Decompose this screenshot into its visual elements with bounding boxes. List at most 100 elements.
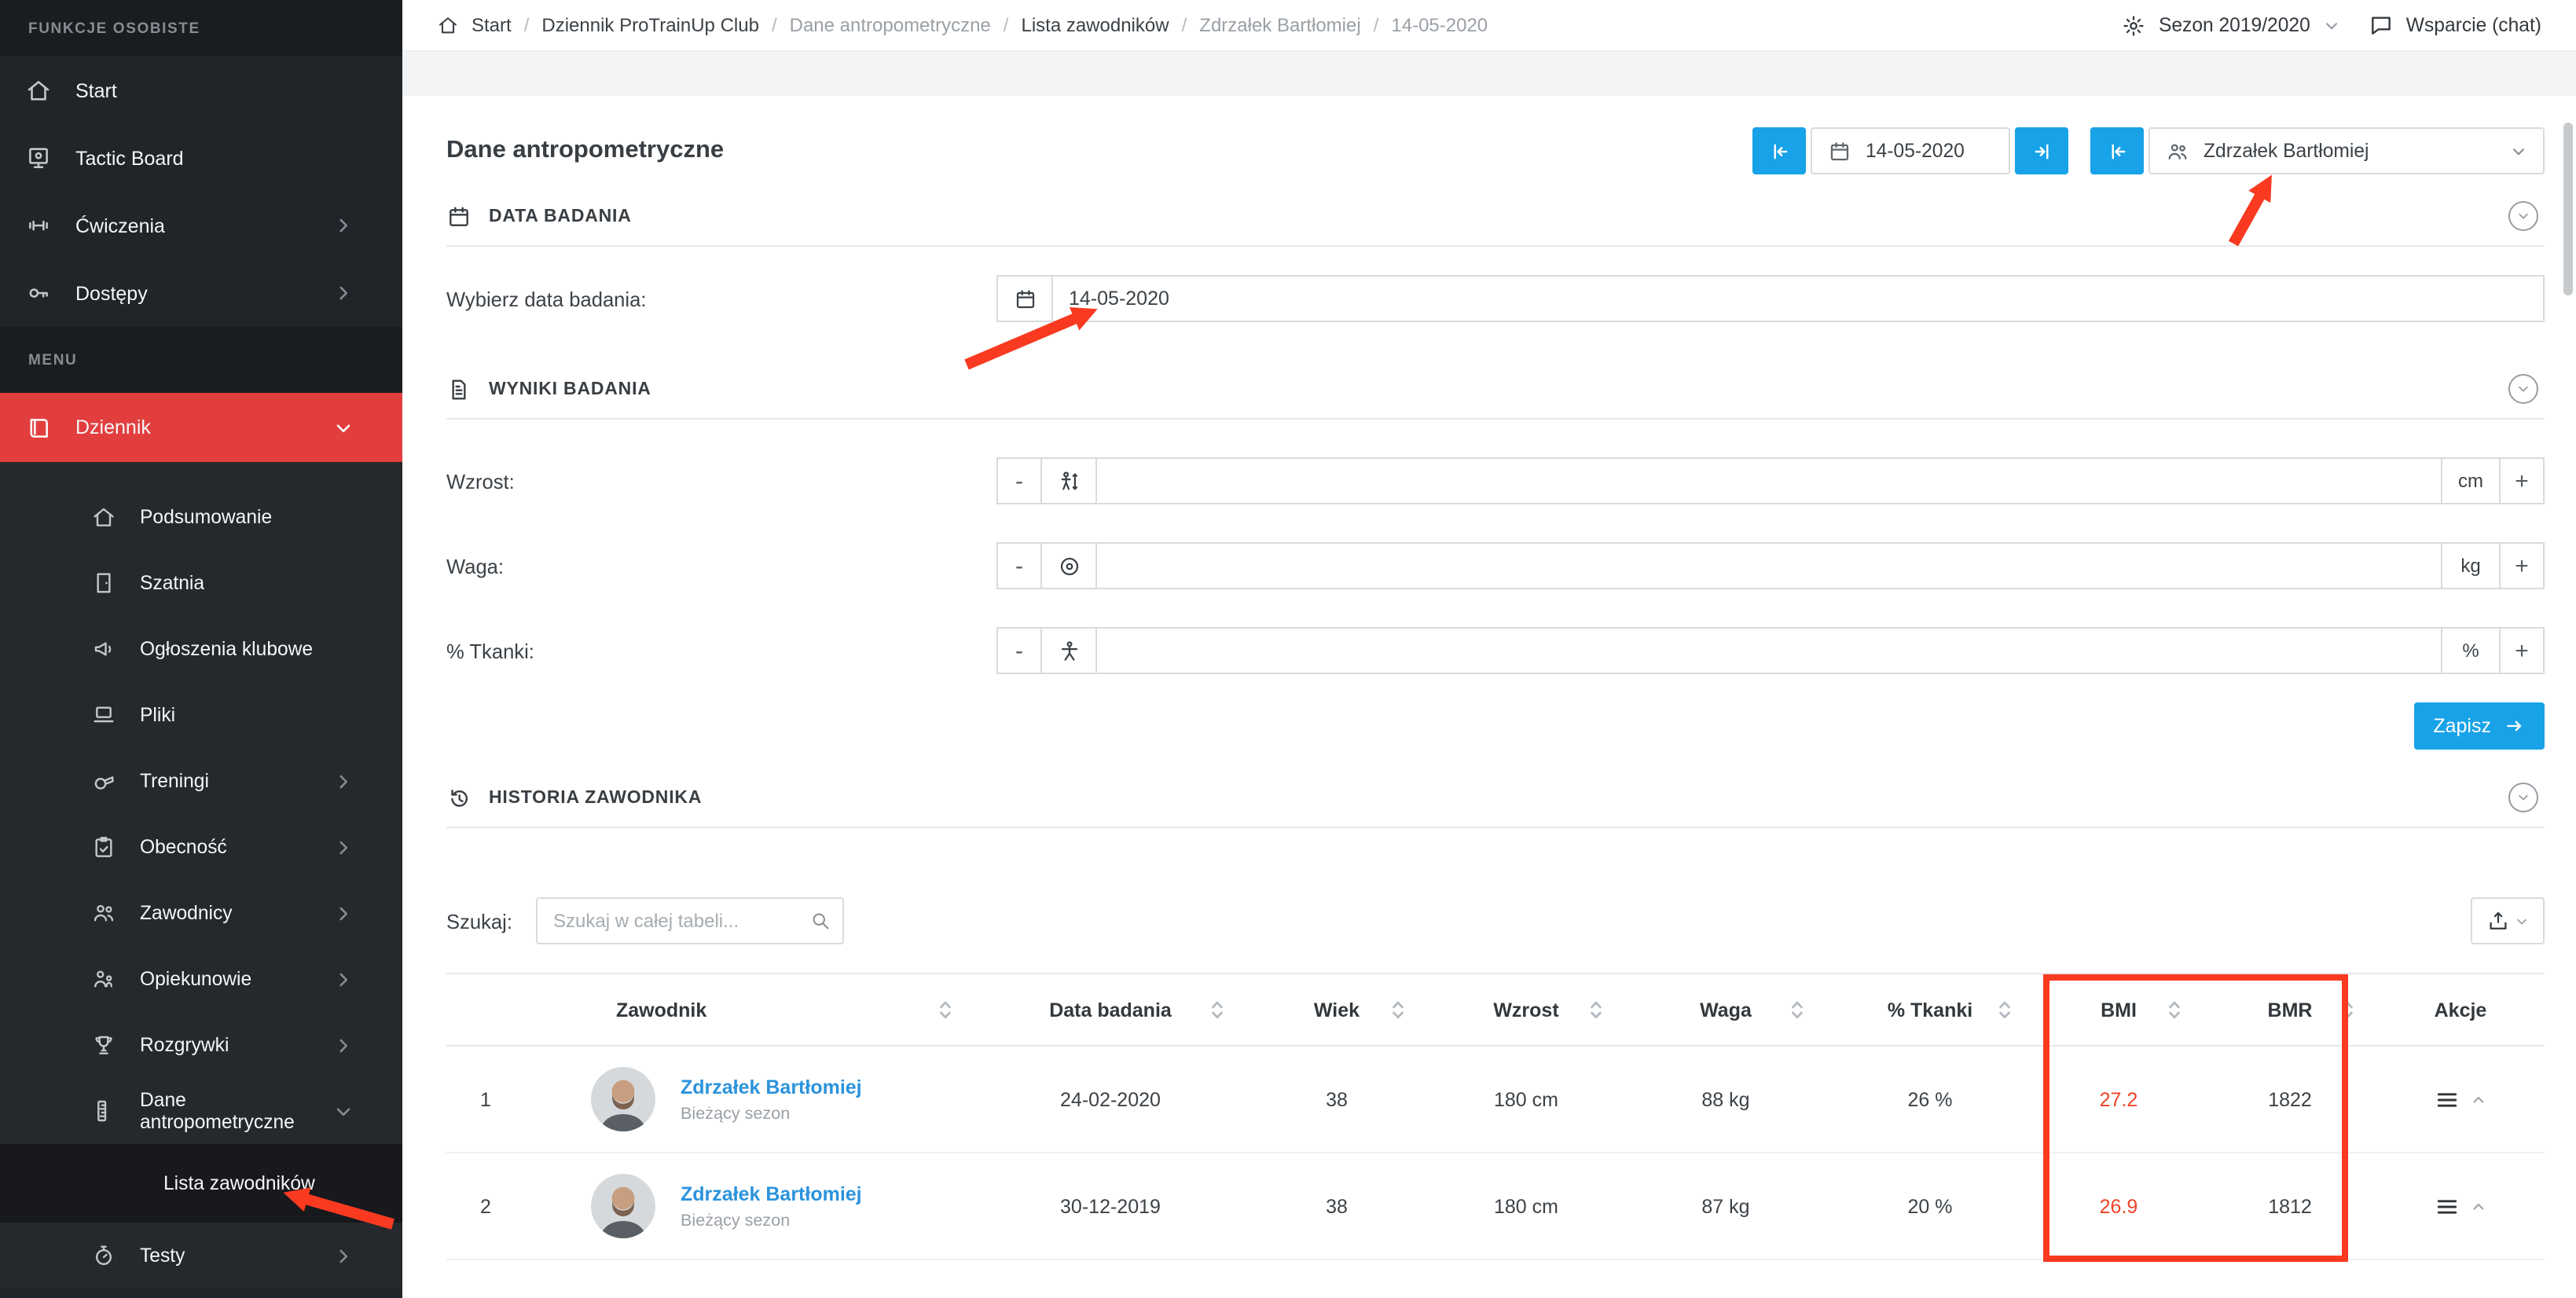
weight-input[interactable] [1095, 542, 2442, 589]
sidebar-item-testy[interactable]: Testy [0, 1223, 402, 1289]
support-chat-link[interactable]: Wsparcie (chat) [2406, 14, 2541, 36]
chat-icon[interactable] [2369, 13, 2394, 38]
sort-icon [1790, 998, 1804, 1021]
chevron-down-icon [2516, 209, 2530, 223]
scrollbar-thumb[interactable] [2563, 123, 2573, 295]
sort-icon [1998, 998, 2012, 1021]
col-zawodnik[interactable]: Zawodnik [525, 974, 974, 1046]
next-date-button[interactable] [2015, 127, 2068, 174]
export-button[interactable] [2471, 897, 2545, 944]
chevron-right-icon [333, 1245, 354, 1266]
col-waga[interactable]: Waga [1625, 974, 1826, 1046]
sidebar-item-tactic-board[interactable]: Tactic Board [0, 124, 402, 192]
sidebar-item-zawodnicy[interactable]: Zawodnicy [0, 880, 402, 946]
chevron-down-icon [333, 417, 354, 438]
sidebar-item-label: Dziennik [75, 416, 151, 438]
height-icon [1057, 469, 1081, 493]
col-bmi[interactable]: BMI [2034, 974, 2204, 1046]
player-navigator: Zdrzałek Bartłomiej [2090, 127, 2545, 174]
sidebar-item-ogloszenia-klubowe[interactable]: Ogłoszenia klubowe [0, 616, 402, 682]
player-link[interactable]: Zdrzałek Bartłomiej [681, 1076, 862, 1098]
home-icon[interactable] [437, 14, 459, 36]
body-icon [1057, 639, 1081, 662]
season-selector[interactable]: Sezon 2019/2020 [2159, 14, 2310, 36]
cell-height: 180 cm [1427, 1046, 1625, 1153]
decrement-button[interactable]: - [996, 457, 1042, 504]
sidebar-item-label: Tactic Board [75, 147, 184, 169]
chevron-right-icon [333, 283, 354, 303]
player-link[interactable]: Zdrzałek Bartłomiej [681, 1182, 862, 1204]
chevron-up-icon [2471, 1091, 2486, 1107]
sort-icon [1210, 998, 1224, 1021]
sidebar-item-opiekunowie[interactable]: Opiekunowie [0, 946, 402, 1012]
row-actions-button[interactable] [2376, 1194, 2545, 1219]
breadcrumb-club[interactable]: Dziennik ProTrainUp Club [541, 14, 759, 36]
gear-icon[interactable] [2123, 13, 2146, 37]
collapse-section-button[interactable] [2508, 783, 2538, 812]
save-button[interactable]: Zapisz [2414, 702, 2545, 750]
calendar-icon [1828, 139, 1851, 163]
sidebar-item-lista-zawodnikow[interactable]: Lista zawodników [0, 1144, 402, 1223]
app: FUNKCJE OSOBISTE Start Tactic Board Ćwic… [0, 0, 2576, 1298]
sidebar-item-podsumowanie[interactable]: Podsumowanie [0, 484, 402, 550]
sidebar-item-start[interactable]: Start [0, 57, 402, 124]
sidebar-item-szatnia[interactable]: Szatnia [0, 550, 402, 616]
date-input[interactable] [1051, 275, 2545, 322]
cell-weight: 88 kg [1625, 1046, 1826, 1153]
cell-player: Zdrzałek Bartłomiej Bieżący sezon [525, 1046, 974, 1153]
history-table: Zawodnik Data badania Wiek Wzrost Waga %… [446, 973, 2545, 1260]
decrement-button[interactable]: - [996, 627, 1042, 674]
chevron-up-icon [2471, 1198, 2486, 1214]
breadcrumb-separator: / [1182, 14, 1187, 36]
player-select[interactable]: Zdrzałek Bartłomiej [2149, 127, 2545, 174]
sidebar-item-rozgrywki[interactable]: Rozgrywki [0, 1012, 402, 1078]
sidebar-item-label: Testy [140, 1245, 185, 1267]
increment-button[interactable]: + [2499, 542, 2545, 589]
sidebar-item-cwiczenia[interactable]: Ćwiczenia [0, 192, 402, 259]
col-bmr[interactable]: BMR [2204, 974, 2376, 1046]
collapse-section-button[interactable] [2508, 374, 2538, 404]
table-header-row: Zawodnik Data badania Wiek Wzrost Waga %… [446, 974, 2545, 1046]
player-season: Bieżący sezon [681, 1104, 862, 1123]
megaphone-icon [91, 636, 116, 662]
breadcrumb-start[interactable]: Start [472, 14, 512, 36]
increment-button[interactable]: + [2499, 627, 2545, 674]
prev-date-button[interactable] [1752, 127, 1806, 174]
increment-button[interactable]: + [2499, 457, 2545, 504]
bodyfat-icon-cell [1040, 627, 1097, 674]
bodyfat-input[interactable] [1095, 627, 2442, 674]
chevron-down-icon [333, 1101, 354, 1121]
col-wzrost[interactable]: Wzrost [1427, 974, 1625, 1046]
arrow-right-icon [2504, 715, 2526, 737]
chevron-down-icon [2323, 16, 2340, 34]
height-input[interactable] [1095, 457, 2442, 504]
col-data-badania[interactable]: Data badania [974, 974, 1246, 1046]
arrow-left-icon [1767, 139, 1791, 163]
weight-field: - kg + [996, 542, 2545, 589]
weight-icon-cell [1040, 542, 1097, 589]
cell-fat: 20 % [1826, 1153, 2034, 1260]
row-actions-button[interactable] [2376, 1087, 2545, 1112]
date-display[interactable]: 14-05-2020 [1811, 127, 2010, 174]
search-input[interactable] [536, 897, 844, 944]
search-label: Szukaj: [446, 909, 536, 933]
sidebar-item-dostepy[interactable]: Dostępy [0, 259, 402, 327]
prev-player-button[interactable] [2090, 127, 2144, 174]
col-wiek[interactable]: Wiek [1246, 974, 1427, 1046]
chevron-right-icon [333, 969, 354, 989]
col-tkanki[interactable]: % Tkanki [1826, 974, 2034, 1046]
sidebar-item-treningi[interactable]: Treningi [0, 748, 402, 814]
cell-fat: 26 % [1826, 1046, 2034, 1153]
sidebar-item-dane-antropometryczne[interactable]: Dane antropometryczne [0, 1078, 402, 1144]
breadcrumb-lista-zawodnikow[interactable]: Lista zawodników [1021, 14, 1169, 36]
collapse-section-button[interactable] [2508, 201, 2538, 231]
sidebar-item-dziennik[interactable]: Dziennik [0, 393, 402, 462]
cell-actions [2376, 1153, 2545, 1260]
chevron-right-icon [333, 837, 354, 857]
sidebar-item-obecnosc[interactable]: Obecność [0, 814, 402, 880]
sidebar-item-pliki[interactable]: Pliki [0, 682, 402, 748]
table-row: 2 Zdrzałek Bartłomiej [446, 1153, 2545, 1260]
guardians-icon [91, 966, 116, 992]
date-value: 14-05-2020 [1866, 140, 1965, 162]
decrement-button[interactable]: - [996, 542, 1042, 589]
